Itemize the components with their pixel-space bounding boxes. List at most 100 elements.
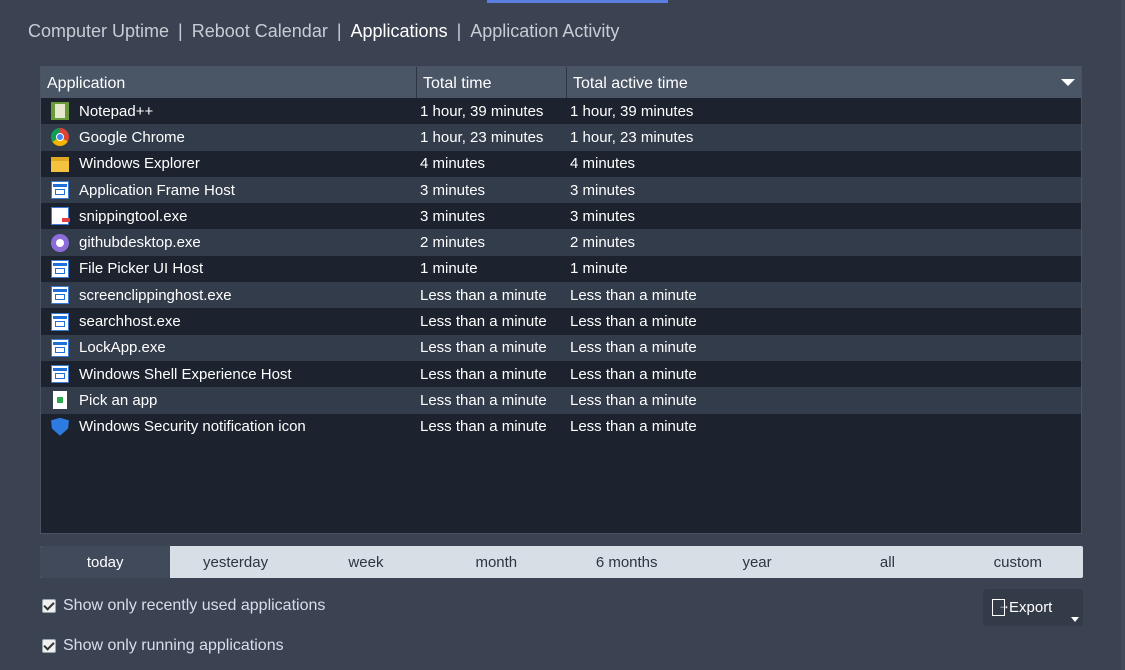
active-time-cell: 1 hour, 39 minutes	[570, 102, 694, 120]
export-icon	[992, 598, 1010, 616]
total-time-cell: Less than a minute	[420, 286, 547, 304]
applications-table: Application Total time Total active time…	[40, 66, 1082, 534]
running-apps-label: Show only running applications	[63, 637, 284, 654]
window-icon	[51, 181, 69, 200]
app-cell: Windows Shell Experience Host	[41, 365, 417, 384]
export-button[interactable]: Export	[983, 589, 1083, 626]
active-time-cell: 4 minutes	[570, 155, 636, 173]
app-name: Windows Explorer	[79, 155, 200, 173]
window-icon	[51, 338, 69, 357]
total-time-cell: 3 minutes	[420, 207, 486, 225]
table-row[interactable]: Windows Security notification icon Less t…	[41, 413, 1081, 440]
app-name: Pick an app	[79, 391, 158, 409]
notepad-plus-plus-icon	[51, 102, 69, 121]
table-row[interactable]: snippingtool.exe 3 minutes 3 minutes	[41, 203, 1081, 230]
range-year[interactable]: year	[692, 546, 822, 578]
table-row[interactable]: screenclippinghost.exe Less than a minute…	[41, 282, 1081, 309]
active-time-cell: Less than a minute	[570, 391, 697, 409]
folder-icon	[51, 157, 69, 173]
window-icon	[51, 286, 69, 305]
table-row[interactable]: Google Chrome 1 hour, 23 minutes 1 hour, 2…	[41, 124, 1081, 151]
export-dropdown-icon[interactable]	[1071, 617, 1079, 622]
range-today[interactable]: today	[40, 546, 171, 578]
active-time-cell: Less than a minute	[570, 365, 697, 383]
nav-separator: |	[178, 21, 183, 41]
app-name: Windows Shell Experience Host	[79, 365, 292, 383]
active-time-cell: 1 hour, 23 minutes	[570, 128, 694, 146]
total-time-cell: 3 minutes	[420, 181, 486, 199]
table-header: Application Total time Total active time	[41, 67, 1081, 98]
recent-apps-label: Show only recently used applications	[63, 597, 326, 614]
active-time-cell: 1 minute	[570, 260, 628, 278]
app-name: searchhost.exe	[79, 313, 181, 331]
total-time-cell: Less than a minute	[420, 365, 547, 383]
app-cell: File Picker UI Host	[41, 259, 417, 278]
nav-separator: |	[456, 21, 462, 41]
app-name: snippingtool.exe	[79, 207, 188, 225]
chrome-icon	[51, 128, 69, 147]
nav-applications[interactable]: Applications	[351, 21, 448, 42]
running-apps-checkbox-row[interactable]: Show only running applications	[42, 637, 284, 655]
window-icon	[51, 259, 69, 278]
active-time-cell: Less than a minute	[570, 418, 697, 436]
table-row[interactable]: LockApp.exe Less than a minute Less than a…	[41, 334, 1081, 361]
range-yesterday[interactable]: yesterday	[170, 546, 300, 578]
recent-apps-checkbox[interactable]	[42, 599, 56, 613]
sort-descending-icon[interactable]	[1061, 79, 1075, 86]
app-cell: snippingtool.exe	[41, 207, 417, 226]
table-body: Notepad++ 1 hour, 39 minutes 1 hour, 39 mi…	[41, 98, 1081, 440]
active-tab-indicator	[487, 0, 668, 3]
app-name: githubdesktop.exe	[79, 234, 201, 252]
column-header-total-active-time[interactable]: Total active time	[567, 67, 1081, 98]
column-header-application[interactable]: Application	[41, 67, 417, 98]
table-row[interactable]: Application Frame Host 3 minutes 3 minutes	[41, 176, 1081, 204]
range-month[interactable]: month	[431, 546, 561, 578]
range-6-months[interactable]: 6 months	[562, 546, 692, 578]
window-icon	[51, 312, 69, 331]
table-row[interactable]: File Picker UI Host 1 minute 1 minute	[41, 255, 1081, 283]
active-time-cell: Less than a minute	[570, 339, 697, 357]
app-cell: searchhost.exe	[41, 312, 417, 331]
app-name: Application Frame Host	[79, 181, 235, 199]
app-cell: screenclippinghost.exe	[41, 286, 417, 305]
column-header-total-time[interactable]: Total time	[417, 67, 567, 98]
recent-apps-checkbox-row[interactable]: Show only recently used applications	[42, 597, 325, 615]
active-time-cell: Less than a minute	[570, 286, 697, 304]
total-time-cell: 2 minutes	[420, 234, 486, 252]
active-time-cell: 3 minutes	[570, 181, 636, 199]
pick-app-icon	[53, 391, 67, 410]
table-row[interactable]: Pick an app Less than a minute Less than a…	[41, 387, 1081, 414]
app-cell: Notepad++	[41, 102, 417, 121]
nav-computer-uptime[interactable]: Computer Uptime	[28, 21, 169, 42]
nav-separator: |	[336, 21, 342, 41]
table-row[interactable]: Windows Explorer 4 minutes 4 minutes	[41, 150, 1081, 177]
table-row[interactable]: Windows Shell Experience Host Less than a…	[41, 360, 1081, 388]
active-time-cell: 2 minutes	[570, 234, 636, 252]
total-time-cell: 1 hour, 39 minutes	[420, 102, 544, 120]
nav-reboot-calendar[interactable]: Reboot Calendar	[192, 21, 328, 42]
total-time-cell: 1 minute	[420, 260, 478, 278]
app-name: Windows Security notification icon	[79, 418, 306, 436]
github-desktop-icon	[51, 233, 69, 252]
window-icon	[51, 365, 69, 384]
range-week[interactable]: week	[301, 546, 431, 578]
running-apps-checkbox[interactable]	[42, 639, 56, 653]
table-row[interactable]: githubdesktop.exe 2 minutes 2 minutes	[41, 229, 1081, 256]
table-row[interactable]: searchhost.exe Less than a minute Less tha…	[41, 308, 1081, 335]
table-row[interactable]: Notepad++ 1 hour, 39 minutes 1 hour, 39 mi…	[41, 98, 1081, 125]
shield-icon	[51, 417, 69, 436]
app-name: File Picker UI Host	[79, 260, 204, 278]
app-cell: Google Chrome	[41, 128, 417, 147]
range-all[interactable]: all	[822, 546, 952, 578]
app-name: Notepad++	[79, 102, 154, 120]
range-custom[interactable]: custom	[953, 546, 1083, 578]
app-cell: Application Frame Host	[41, 181, 417, 200]
app-name: screenclippinghost.exe	[79, 286, 232, 304]
total-time-cell: Less than a minute	[420, 391, 547, 409]
total-time-cell: 1 hour, 23 minutes	[420, 128, 544, 146]
window-edge	[1121, 0, 1125, 670]
app-name: LockApp.exe	[79, 339, 166, 357]
nav-application-activity[interactable]: Application Activity	[470, 21, 619, 42]
snipping-tool-icon	[51, 207, 70, 226]
app-cell: Pick an app	[41, 391, 417, 410]
